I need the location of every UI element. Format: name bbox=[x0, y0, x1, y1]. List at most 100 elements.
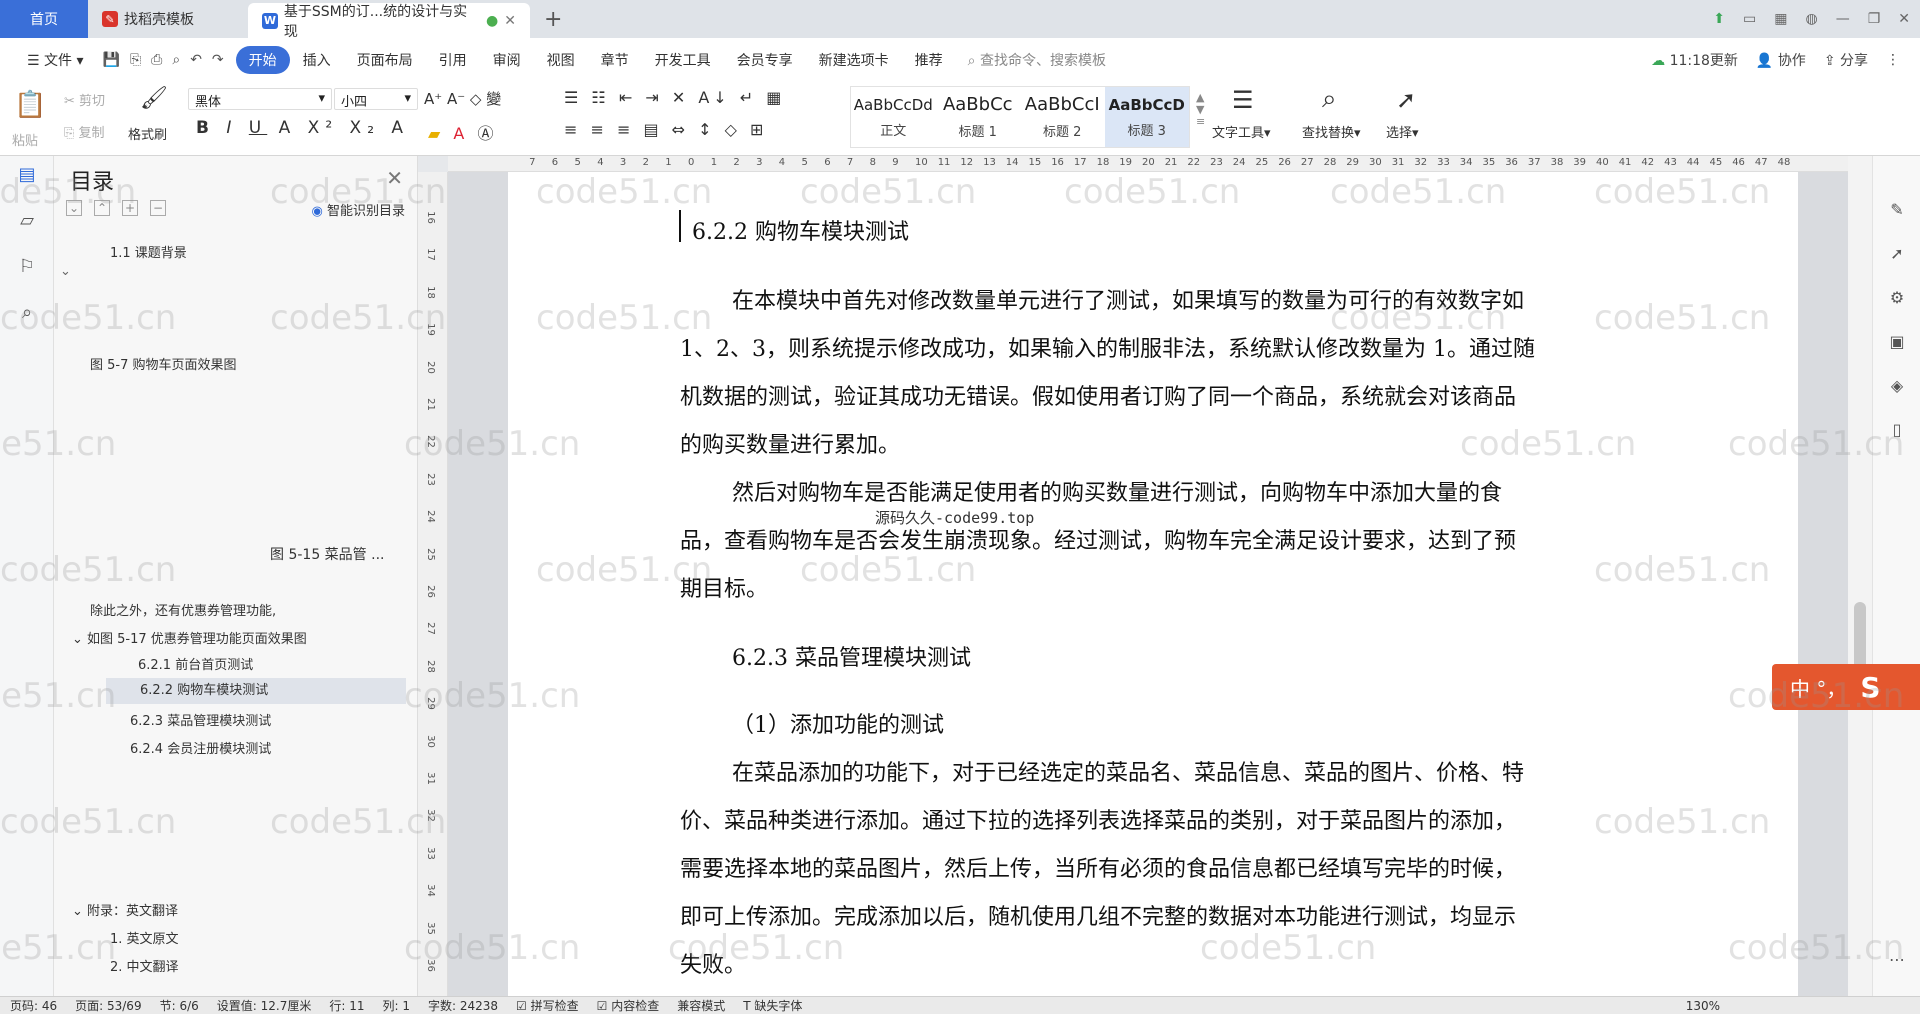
subheading-1: （1）添加功能的测试 bbox=[732, 713, 944, 738]
ruler-tick: 42 bbox=[1641, 157, 1655, 168]
paragraph-line: 1、2、3，则系统提示修改成功，如果输入的制服非法，系统默认修改数量为 1。通过… bbox=[680, 337, 1535, 362]
ruler-tick: 36 bbox=[424, 959, 436, 972]
export-icon[interactable]: ⎘ bbox=[130, 52, 141, 68]
chapter-nav-icon[interactable]: ▱ bbox=[15, 210, 39, 234]
paragraph-line: 的购买数量进行累加。 bbox=[680, 433, 901, 458]
more-icon[interactable]: ⋮ bbox=[1886, 52, 1900, 68]
ime-indicator[interactable]: 中 °， S bbox=[1772, 664, 1920, 710]
cut-button[interactable]: ✂ 剪切 bbox=[64, 90, 105, 109]
paste-icon[interactable]: 📋 bbox=[14, 90, 46, 120]
tab-home[interactable]: 首页 bbox=[0, 0, 88, 38]
chevron-down-icon[interactable]: ⌄ bbox=[60, 264, 71, 279]
avatar[interactable]: ◍ bbox=[1805, 11, 1817, 27]
paragraph-2: 然后对购物车是否能满足使用者的购买数量进行测试，向购物车中添加大量的食 品，查看… bbox=[680, 470, 1516, 614]
print-icon[interactable]: ⎙ bbox=[151, 52, 162, 68]
pointer-icon[interactable]: ➚ bbox=[1887, 244, 1907, 264]
toc-item[interactable]: 2. 中文翻译 bbox=[110, 956, 179, 975]
ruler-tick: 33 bbox=[424, 846, 436, 860]
spell-check-label: 拼写检查 bbox=[530, 999, 579, 1013]
missing-font-button[interactable]: T 缺失字体 bbox=[743, 997, 802, 1014]
status-pages[interactable]: 页面: 53/69 bbox=[75, 997, 141, 1014]
sogou-icon: S bbox=[1860, 670, 1881, 704]
paragraph-line: 即可上传添加。完成添加以后，随机使用几组不完整的数据对本功能进行测试，均显示 bbox=[680, 905, 1517, 930]
compass-icon[interactable]: ◈ bbox=[1887, 376, 1907, 396]
status-setting: 设置值: 12.7厘米 bbox=[216, 999, 312, 1013]
ruler-tick: 43 bbox=[1664, 157, 1677, 168]
content-check-label: 内容检查 bbox=[611, 999, 660, 1013]
zoom-level[interactable]: 130% bbox=[1686, 999, 1720, 1013]
chevron-down-icon: ⌄ bbox=[72, 632, 88, 647]
status-page: 页码: 46 bbox=[10, 999, 58, 1013]
compat-mode: 兼容模式 bbox=[677, 999, 726, 1013]
ruler-tick: 45 bbox=[1709, 157, 1723, 168]
window-close-icon[interactable]: ✕ bbox=[1898, 11, 1910, 27]
bookmark-icon[interactable]: ⚐ bbox=[15, 256, 39, 280]
status-section: 节: 6/6 bbox=[159, 999, 199, 1013]
book-icon[interactable]: ▯ bbox=[1887, 420, 1907, 440]
cloud-icon: ☁ bbox=[1651, 53, 1666, 69]
left-rail: ▤ ▱ ⚐ ⌕ bbox=[0, 156, 54, 996]
ruler-tick: 44 bbox=[1686, 157, 1700, 168]
status-row: 行: 11 bbox=[329, 999, 365, 1013]
more-icon[interactable]: ⋯ bbox=[1887, 950, 1907, 970]
toc-item[interactable]: ⌄ 附录：英文翻译 bbox=[72, 900, 178, 919]
upgrade-icon[interactable]: ⬆ bbox=[1713, 11, 1725, 27]
paragraph-line: 在本模块中首先对修改数量单元进行了测试，如果填写的数量为可行的有效数字如 bbox=[732, 289, 1525, 314]
settings-icon[interactable]: ⚙ bbox=[1887, 288, 1907, 308]
right-toolbar: ✎ ➚ ⚙ ▣ ◈ ▯ ⋯ bbox=[1872, 156, 1920, 996]
share-button[interactable]: ⇪ 分享 bbox=[1824, 50, 1868, 70]
search-icon[interactable]: ⌕ bbox=[15, 302, 39, 326]
file-menu[interactable]: ☰ 文件 ▾ bbox=[14, 50, 97, 70]
format-painter-button[interactable]: 格式刷 bbox=[128, 124, 167, 143]
paragraph-line: 品，查看购物车是否会发生崩溃现象。经过测试，购物车完全满足设计要求，达到了预 bbox=[680, 529, 1517, 554]
minimize-icon[interactable]: — bbox=[1836, 11, 1850, 27]
toc-title: 目录 bbox=[70, 170, 115, 195]
paragraph-line: 价、菜品种类进行添加。通过下拉的选择列表选择菜品的类别，对于菜品图片的添加， bbox=[680, 809, 1517, 834]
paragraph-line: 机数据的测试，验证其成功无错误。假如使用者订购了同一个商品，系统就会对该商品 bbox=[680, 385, 1517, 410]
image-icon[interactable]: ▣ bbox=[1887, 332, 1907, 352]
ime-label: 中 °， bbox=[1790, 676, 1847, 701]
content-check-button[interactable]: ☑ 内容检查 bbox=[597, 997, 660, 1014]
remove-icon[interactable]: − bbox=[150, 200, 166, 216]
status-col: 列: 1 bbox=[382, 999, 410, 1013]
toc-icon[interactable]: ▤ bbox=[15, 164, 39, 188]
toc-tools: ⌄ ⌃ + − bbox=[66, 200, 166, 216]
copy-button[interactable]: ⎘ 复制 bbox=[64, 122, 105, 141]
window-controls: ⬆ ▭ ▦ ◍ — ❐ ✕ bbox=[1713, 0, 1910, 38]
spell-check-button[interactable]: ☑ 拼写检查 bbox=[516, 997, 579, 1014]
add-icon[interactable]: + bbox=[122, 200, 138, 216]
chevron-down-icon: ⌄ bbox=[72, 904, 88, 919]
paragraph-line: 在菜品添加的功能下，对于已经选定的菜品名、菜品信息、菜品的图片、价格、特 bbox=[732, 761, 1525, 786]
heading-6-2-3: 6.2.3 菜品管理模块测试 bbox=[732, 646, 971, 671]
share-icon: ⇪ bbox=[1823, 53, 1836, 69]
ruler-tick: 46 bbox=[1732, 157, 1745, 168]
format-painter-icon[interactable]: 🖌 bbox=[140, 86, 168, 111]
status-words[interactable]: 字数: 24238 bbox=[428, 997, 498, 1014]
ruler-tick: 34 bbox=[424, 884, 436, 898]
toc-item[interactable]: 1. 英文原文 bbox=[110, 928, 179, 947]
paragraph-1: 在本模块中首先对修改数量单元进行了测试，如果填写的数量为可行的有效数字如 1、2… bbox=[680, 278, 1535, 470]
restore-icon[interactable]: ❐ bbox=[1868, 11, 1881, 27]
ruler-tick: 41 bbox=[1618, 157, 1632, 168]
embedded-watermark: 源码久久-code99.top bbox=[875, 509, 1035, 527]
sync-status[interactable]: ☁ 11:18更新 bbox=[1651, 50, 1738, 70]
ruler-tick: 35 bbox=[424, 921, 436, 935]
toc-item-label: 附录：英文翻译 bbox=[87, 904, 179, 919]
paragraph-line: 期目标。 bbox=[680, 577, 769, 602]
heading-6-2-2: 6.2.2 购物车模块测试 bbox=[692, 220, 909, 245]
save-icon[interactable]: 💾 bbox=[103, 52, 120, 68]
copy-label: 复制 bbox=[78, 126, 105, 141]
grid-icon[interactable]: ▦ bbox=[1774, 11, 1787, 27]
vertical-scrollbar[interactable] bbox=[1848, 156, 1872, 996]
file-menu-label: 文件 bbox=[44, 53, 73, 69]
paragraph-line: 需要选择本地的菜品图片，然后上传，当所有必须的食品信息都已经填写完毕的时候， bbox=[680, 857, 1517, 882]
pen-icon[interactable]: ✎ bbox=[1887, 200, 1907, 220]
collab-button[interactable]: 👤 协作 bbox=[1756, 50, 1806, 70]
document-body[interactable]: 6.2.2 购物车模块测试 在本模块中首先对修改数量单元进行了测试，如果填写的数… bbox=[171, 0, 1591, 978]
person-icon: 👤 bbox=[1755, 53, 1774, 69]
collapse-icon[interactable]: ⌃ bbox=[94, 200, 110, 216]
layout-icon[interactable]: ▭ bbox=[1743, 11, 1756, 27]
paste-button[interactable]: 粘贴 bbox=[12, 130, 38, 149]
expand-icon[interactable]: ⌄ bbox=[66, 200, 82, 216]
menu-right: ☁ 11:18更新 👤 协作 ⇪ 分享 ⋮ bbox=[1651, 38, 1900, 82]
